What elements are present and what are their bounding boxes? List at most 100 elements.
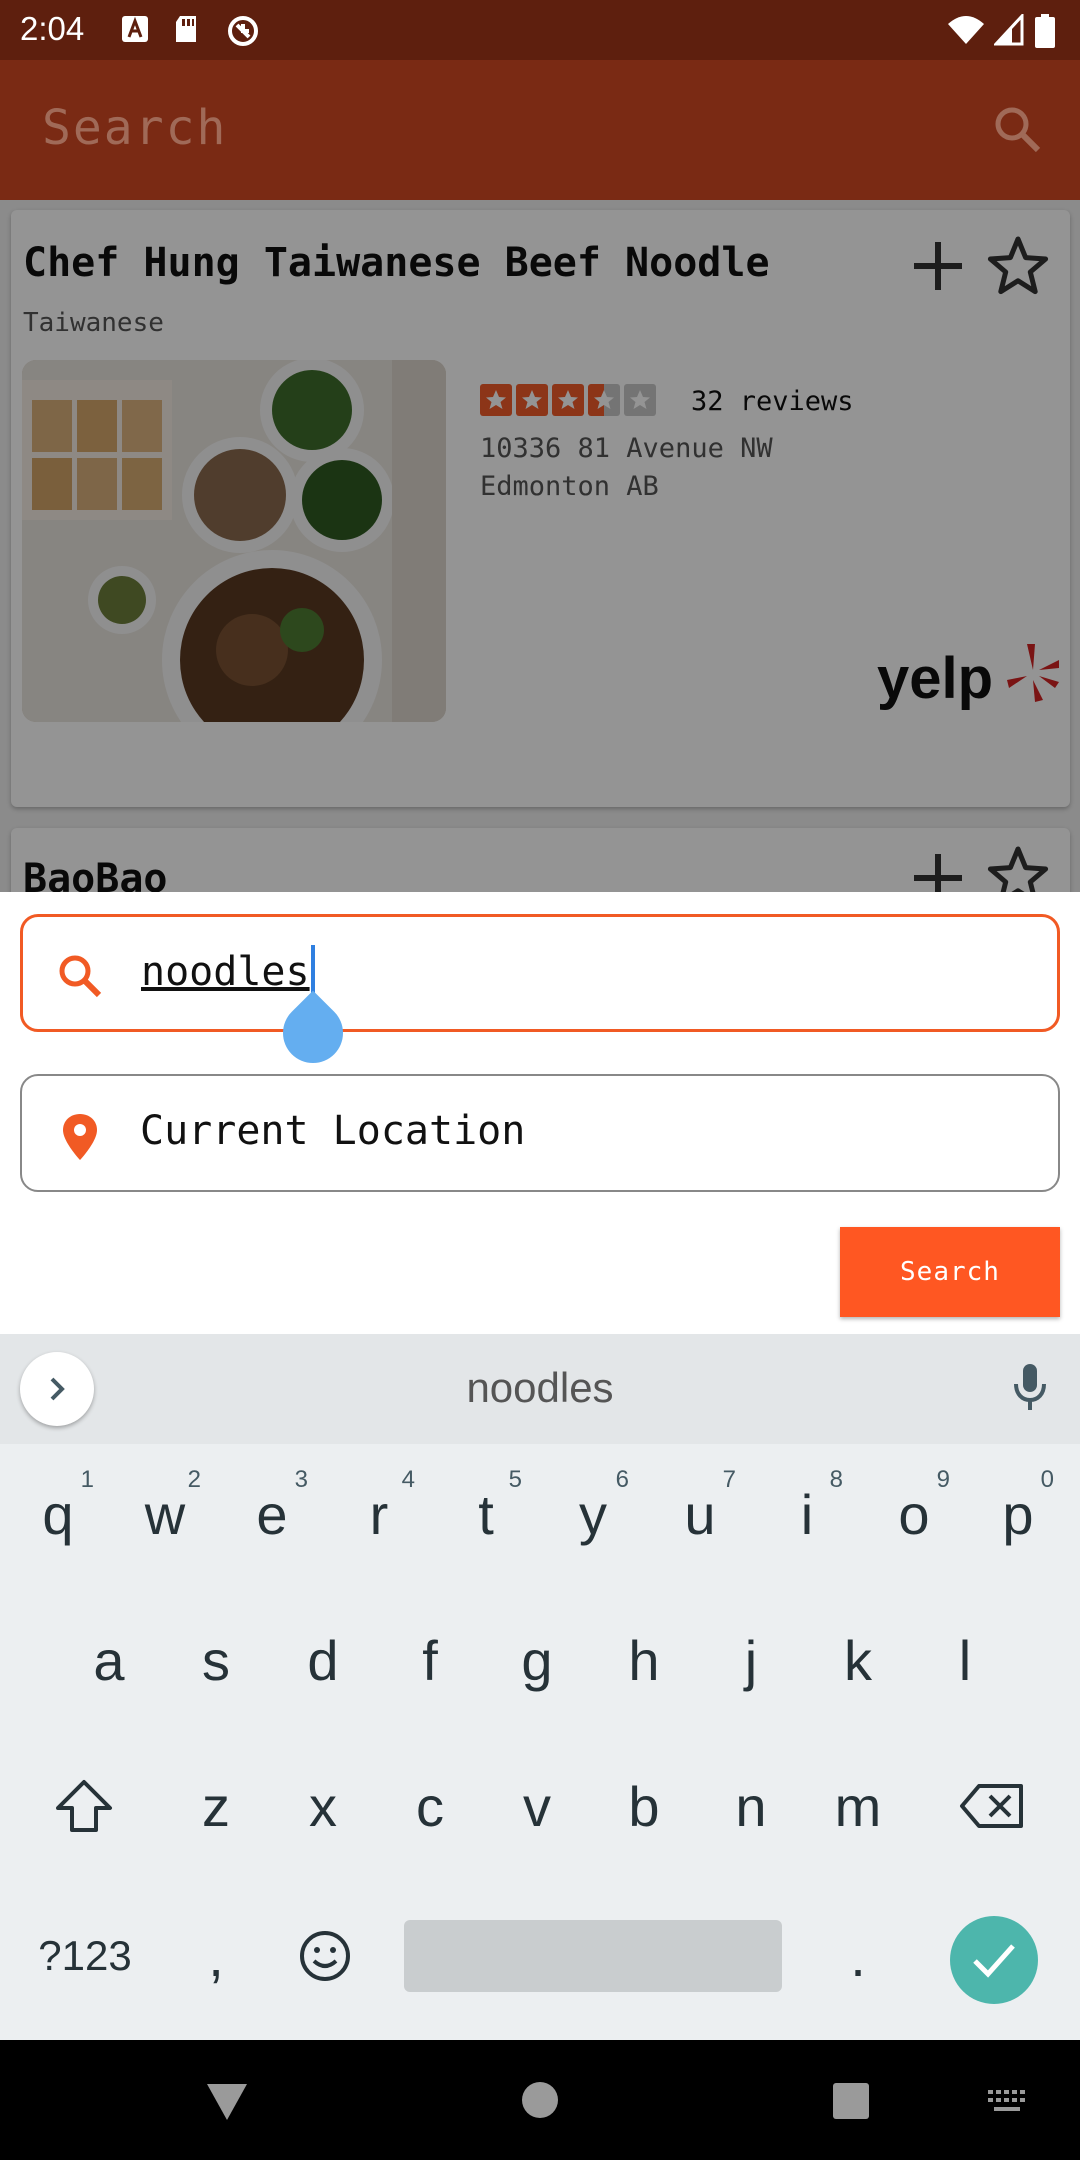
key-y[interactable]: y6 (543, 1454, 643, 1574)
key-label: m (834, 1774, 882, 1838)
key-g[interactable]: g (487, 1600, 587, 1720)
key-j[interactable]: j (701, 1600, 801, 1720)
key-label: w (144, 1482, 186, 1546)
key-label: g (521, 1628, 553, 1692)
key-t[interactable]: t5 (436, 1454, 536, 1574)
space-key[interactable] (404, 1920, 782, 1992)
key-hint: 9 (936, 1466, 950, 1493)
key-label: s (202, 1628, 230, 1692)
key-label: q (42, 1482, 74, 1546)
location-pin-icon (63, 1114, 97, 1160)
key-z[interactable]: z (166, 1746, 266, 1866)
key-label: j (744, 1628, 758, 1692)
wifi-icon (948, 16, 984, 44)
key-label: z (202, 1774, 230, 1838)
key-e[interactable]: e3 (222, 1454, 322, 1574)
emoji-key[interactable] (275, 1896, 375, 2016)
key-label: y (579, 1482, 607, 1546)
key-label: u (684, 1482, 716, 1546)
text-format-icon (122, 16, 148, 42)
app-bar-search-title[interactable]: Search (42, 100, 227, 156)
key-hint: 4 (401, 1466, 415, 1493)
key-q[interactable]: q1 (8, 1454, 108, 1574)
key-hint: 0 (1040, 1466, 1054, 1493)
key-b[interactable]: b (594, 1746, 694, 1866)
key-hint: 3 (294, 1466, 308, 1493)
search-icon[interactable] (990, 102, 1046, 158)
search-button[interactable]: Search (840, 1227, 1060, 1317)
key-hint: 5 (508, 1466, 522, 1493)
key-label: b (628, 1774, 660, 1838)
key-i[interactable]: i8 (757, 1454, 857, 1574)
key-f[interactable]: f (380, 1600, 480, 1720)
enter-key[interactable] (950, 1916, 1038, 2004)
key-label: v (523, 1774, 551, 1838)
key-hint: 1 (80, 1466, 94, 1493)
search-sheet: noodles Current Location Search (0, 892, 1080, 1334)
sd-card-icon (176, 16, 196, 42)
home-icon[interactable] (520, 2080, 560, 2120)
period-key[interactable]: . (808, 1896, 908, 2016)
key-k[interactable]: k (808, 1600, 908, 1720)
key-label: t (478, 1482, 494, 1546)
dim-overlay[interactable] (0, 200, 1080, 892)
shift-icon (56, 1780, 112, 1832)
battery-icon (1035, 14, 1055, 48)
symbols-key[interactable]: ?123 (20, 1896, 150, 2016)
key-label: o (898, 1482, 930, 1546)
search-icon (59, 955, 102, 998)
comma-key[interactable]: , (166, 1896, 266, 2016)
key-m[interactable]: m (808, 1746, 908, 1866)
key-r[interactable]: r4 (329, 1454, 429, 1574)
app-bar: Search (0, 60, 1080, 200)
key-label: l (958, 1628, 972, 1692)
key-d[interactable]: d (273, 1600, 373, 1720)
key-hint: 8 (829, 1466, 843, 1493)
results-list: Chef Hung Taiwanese Beef Noodle Taiwanes… (0, 200, 1080, 892)
suggestion-word[interactable]: noodles (0, 1364, 1080, 1412)
cell-signal-icon (994, 14, 1024, 46)
key-label: k (844, 1628, 872, 1692)
key-label: p (1002, 1482, 1034, 1546)
key-label: h (628, 1628, 660, 1692)
key-label: e (256, 1482, 288, 1546)
search-query-input[interactable]: noodles (141, 949, 310, 995)
check-icon (973, 1944, 1015, 1978)
key-label: i (800, 1482, 814, 1546)
key-label: c (416, 1774, 444, 1838)
key-label: a (93, 1628, 125, 1692)
key-c[interactable]: c (380, 1746, 480, 1866)
status-time: 2:04 (20, 10, 85, 47)
keyboard: noodles q1 w2 e3 r4 t5 y6 u7 i8 o9 p0 a … (0, 1334, 1080, 2040)
key-p[interactable]: p0 (968, 1454, 1068, 1574)
key-h[interactable]: h (594, 1600, 694, 1720)
key-u[interactable]: u7 (650, 1454, 750, 1574)
key-n[interactable]: n (701, 1746, 801, 1866)
mic-icon[interactable] (1012, 1362, 1048, 1414)
key-hint: 6 (615, 1466, 629, 1493)
cursor-handle[interactable] (270, 990, 356, 1076)
location-field[interactable]: Current Location (20, 1074, 1060, 1192)
key-label: f (422, 1628, 438, 1692)
key-o[interactable]: o9 (864, 1454, 964, 1574)
key-l[interactable]: l (915, 1600, 1015, 1720)
suggestion-bar: noodles (0, 1334, 1080, 1444)
backspace-key[interactable] (942, 1746, 1042, 1866)
back-icon[interactable] (205, 2082, 249, 2122)
shift-key[interactable] (34, 1746, 134, 1866)
location-input[interactable]: Current Location (140, 1108, 525, 1154)
key-label: d (307, 1628, 339, 1692)
key-s[interactable]: s (166, 1600, 266, 1720)
search-query-field[interactable]: noodles (20, 914, 1060, 1076)
sync-icon (228, 16, 258, 46)
keyboard-switch-icon[interactable] (986, 2088, 1028, 2114)
key-v[interactable]: v (487, 1746, 587, 1866)
key-w[interactable]: w2 (115, 1454, 215, 1574)
key-x[interactable]: x (273, 1746, 373, 1866)
key-label: x (309, 1774, 337, 1838)
key-hint: 2 (187, 1466, 201, 1493)
recents-icon[interactable] (832, 2082, 870, 2120)
key-label: n (735, 1774, 767, 1838)
backspace-icon (960, 1784, 1023, 1828)
key-a[interactable]: a (59, 1600, 159, 1720)
